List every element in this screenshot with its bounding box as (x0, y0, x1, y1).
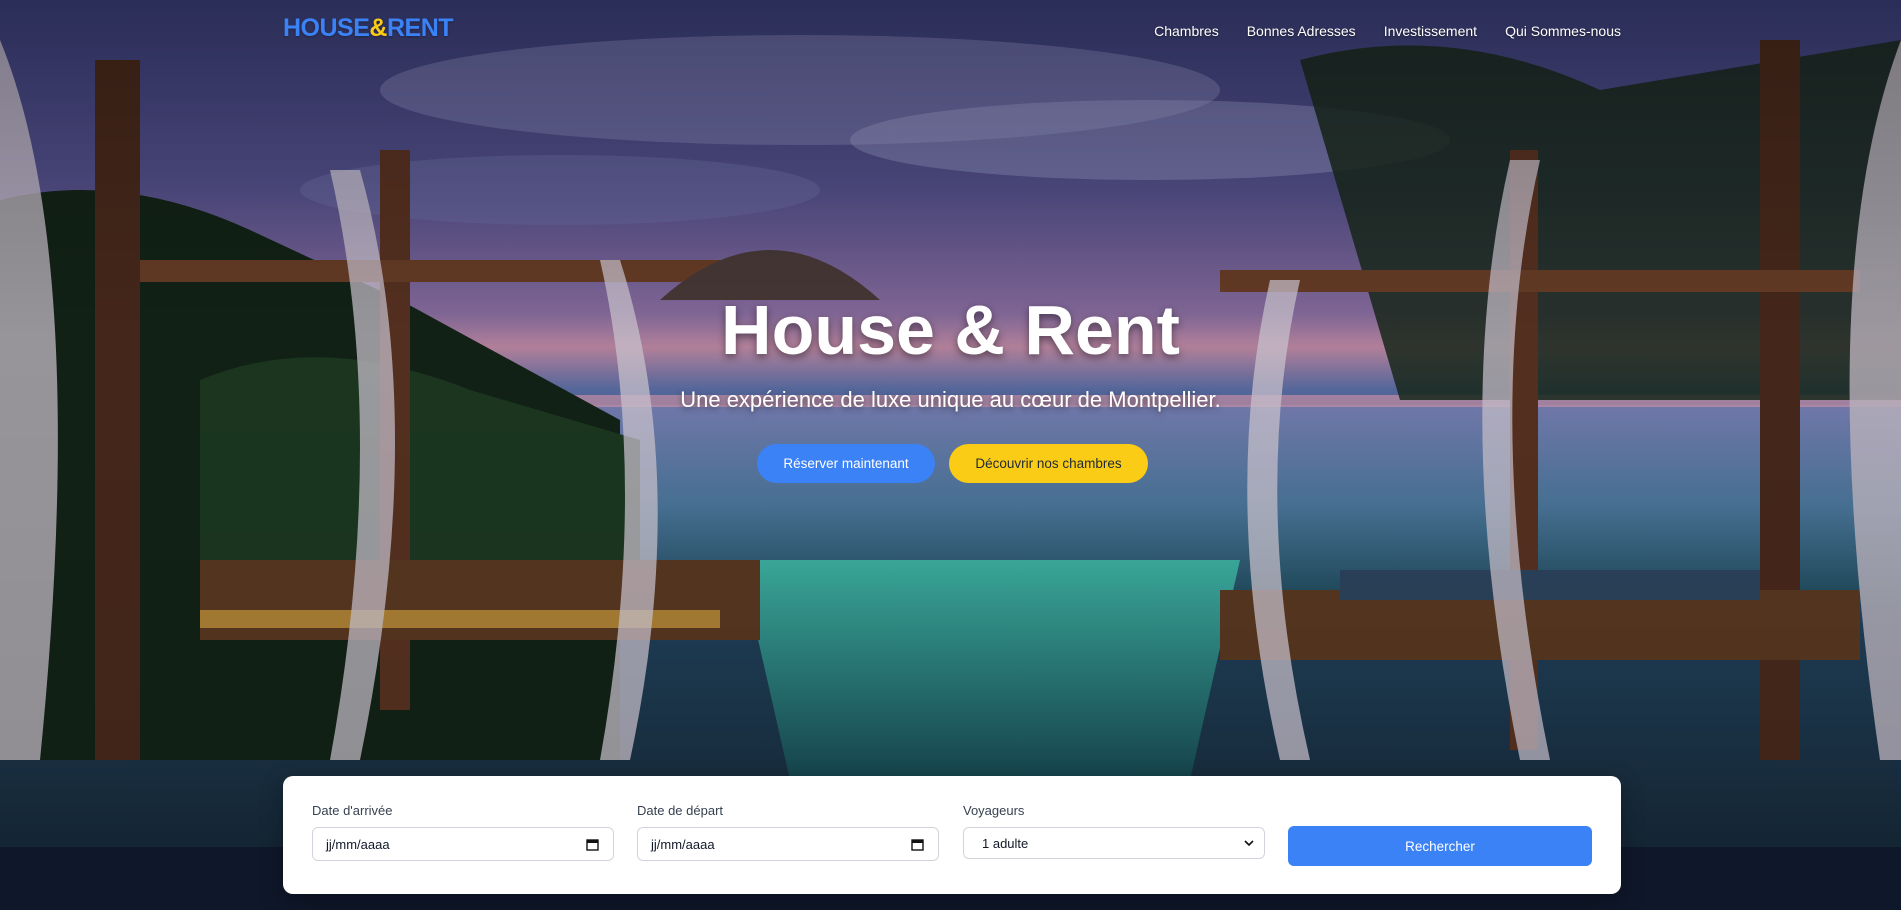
nav-menu: Chambres Bonnes Adresses Investissement … (1154, 23, 1621, 39)
brand-logo[interactable]: HOUSE&RENT (283, 14, 454, 43)
search-button[interactable]: Rechercher (1288, 826, 1592, 866)
departure-date-field: Date de départ jj/mm/aaaa (637, 803, 939, 861)
departure-date-label: Date de départ (637, 803, 724, 818)
arrival-date-input[interactable]: jj/mm/aaaa (312, 827, 614, 861)
reserve-now-button[interactable]: Réserver maintenant (757, 444, 935, 483)
arrival-date-field: Date d'arrivée jj/mm/aaaa (312, 803, 614, 861)
nav-link-qui-sommes-nous[interactable]: Qui Sommes-nous (1505, 23, 1621, 39)
guests-field: Voyageurs 1 adulte (963, 803, 1265, 859)
hero-title: House & Rent (721, 291, 1180, 369)
guests-select-value: 1 adulte (982, 836, 1029, 851)
nav-link-chambres[interactable]: Chambres (1154, 23, 1219, 39)
calendar-icon[interactable] (586, 838, 599, 851)
discover-rooms-button[interactable]: Découvrir nos chambres (949, 444, 1148, 483)
nav-link-investissement[interactable]: Investissement (1384, 23, 1477, 39)
hero-section: HOUSE&RENT Chambres Bonnes Adresses Inve… (0, 0, 1901, 847)
guests-label: Voyageurs (963, 803, 1025, 818)
nav-link-bonnes-adresses[interactable]: Bonnes Adresses (1247, 23, 1356, 39)
hero-subtitle: Une expérience de luxe unique au cœur de… (680, 387, 1221, 412)
top-navigation: HOUSE&RENT Chambres Bonnes Adresses Inve… (0, 0, 1901, 62)
calendar-icon[interactable] (911, 838, 924, 851)
guests-select[interactable]: 1 adulte (963, 827, 1265, 859)
arrival-date-label: Date d'arrivée (312, 803, 393, 818)
logo-ampersand: & (369, 14, 387, 42)
departure-date-input[interactable]: jj/mm/aaaa (637, 827, 939, 861)
chevron-down-icon (1244, 840, 1254, 847)
booking-search-panel: Date d'arrivée jj/mm/aaaa Date de départ… (283, 776, 1621, 894)
logo-text-rent: RENT (386, 14, 454, 42)
arrival-date-value: jj/mm/aaaa (326, 837, 390, 852)
departure-date-value: jj/mm/aaaa (651, 837, 715, 852)
logo-text-house: HOUSE (283, 14, 370, 42)
